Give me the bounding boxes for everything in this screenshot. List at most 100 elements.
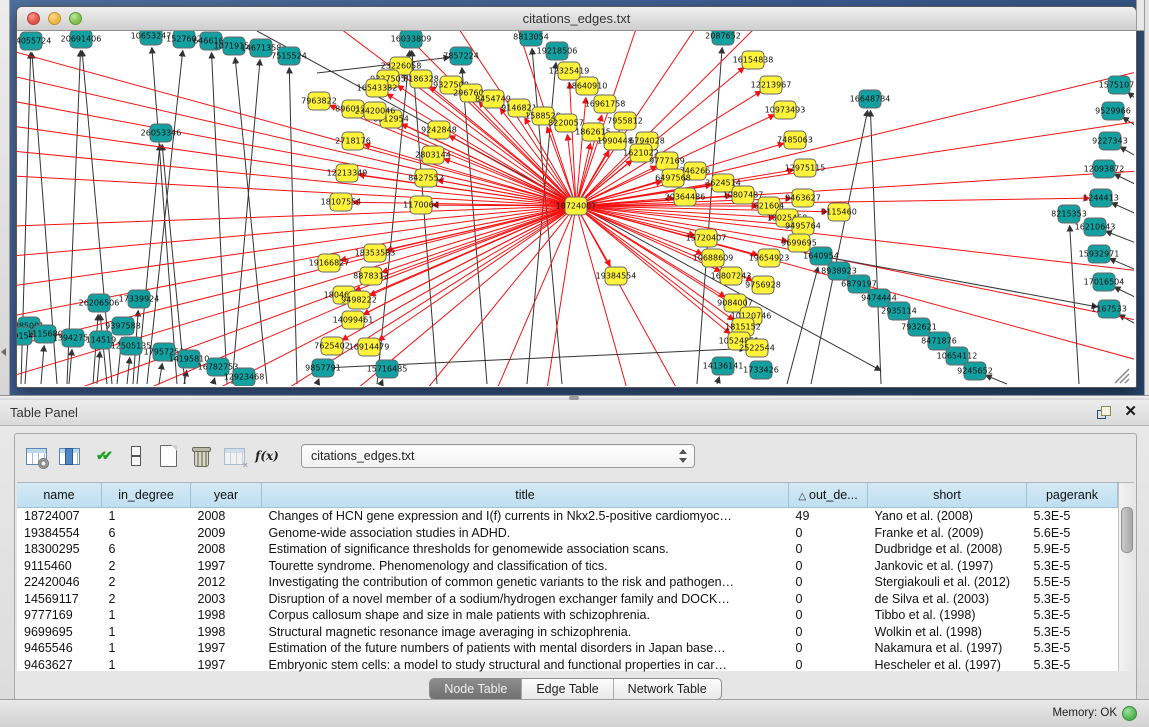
graph-node[interactable]: 17016504: [1084, 273, 1125, 291]
column-header-name[interactable]: name: [17, 483, 102, 508]
table-cell[interactable]: 2009: [191, 525, 262, 542]
graph-node[interactable]: 2718176: [335, 132, 371, 150]
graph-node[interactable]: 16210643: [1075, 218, 1116, 236]
table-row[interactable]: 1830029562008Estimation of significance …: [17, 541, 1118, 558]
table-settings-icon[interactable]: [23, 444, 49, 468]
table-cell[interactable]: 1997: [191, 640, 262, 657]
graph-node[interactable]: 1733426: [743, 361, 779, 379]
graph-node[interactable]: 17339924: [119, 290, 160, 308]
graph-node[interactable]: 10688609: [693, 249, 734, 267]
table-cell[interactable]: 1: [102, 657, 191, 674]
graph-node[interactable]: 9227343: [1092, 132, 1128, 150]
column-header-in_degree[interactable]: in_degree: [102, 483, 191, 508]
graph-node[interactable]: 14055724: [17, 32, 51, 50]
table-row[interactable]: 969969511998Structural magnetic resonanc…: [17, 624, 1118, 641]
graph-node[interactable]: 12213967: [751, 76, 792, 94]
table-cell[interactable]: Estimation of the future numbers of pati…: [262, 640, 789, 657]
graph-node[interactable]: 9115460: [821, 203, 857, 221]
graph-node[interactable]: 26053346: [141, 124, 182, 142]
column-edit-icon[interactable]: [56, 444, 82, 468]
table-row[interactable]: 946362711997Embryonic stem cells: a mode…: [17, 657, 1118, 674]
table-row[interactable]: 1872400712008Changes of HCN gene express…: [17, 508, 1118, 525]
table-row[interactable]: 1456911722003Disruption of a novel membe…: [17, 591, 1118, 608]
graph-node[interactable]: 8427552: [408, 169, 444, 187]
column-header-out_de[interactable]: △out_de...: [789, 483, 868, 508]
table-cell[interactable]: 2012: [191, 574, 262, 591]
table-cell[interactable]: Investigating the contribution of common…: [262, 574, 789, 591]
table-cell[interactable]: 9115460: [17, 558, 102, 575]
table-cell[interactable]: 1997: [191, 657, 262, 674]
resize-grip-icon[interactable]: [1115, 369, 1129, 383]
table-cell[interactable]: 0: [789, 541, 868, 558]
table-cell[interactable]: Estimation of significance thresholds fo…: [262, 541, 789, 558]
graph-node[interactable]: 19218506: [537, 42, 578, 60]
table-cell[interactable]: 0: [789, 558, 868, 575]
graph-node[interactable]: 2087652: [705, 31, 741, 45]
table-cell[interactable]: Structural magnetic resonance image aver…: [262, 624, 789, 641]
graph-node[interactable]: 16648784: [850, 90, 891, 108]
graph-node[interactable]: 14136141: [703, 357, 744, 375]
graph-node[interactable]: 16914479: [349, 338, 390, 356]
table-cell[interactable]: 1997: [191, 558, 262, 575]
table-cell[interactable]: 9463627: [17, 657, 102, 674]
table-cell[interactable]: Jankovic et al. (1997): [868, 558, 1027, 575]
column-header-year[interactable]: year: [191, 483, 262, 508]
column-header-title[interactable]: title: [262, 483, 789, 508]
table-cell[interactable]: Wolkin et al. (1998): [868, 624, 1027, 641]
table-cell[interactable]: 5.9E-5: [1027, 541, 1118, 558]
table-cell[interactable]: 2003: [191, 591, 262, 608]
graph-node[interactable]: 12093872: [1084, 160, 1125, 178]
table-cell[interactable]: 2: [102, 574, 191, 591]
table-row[interactable]: 911546021997Tourette syndrome. Phenomeno…: [17, 558, 1118, 575]
table-cell[interactable]: 18724007: [17, 508, 102, 525]
table-cell[interactable]: 0: [789, 591, 868, 608]
table-cell[interactable]: Changes of HCN gene expression and I(f) …: [262, 508, 789, 525]
graph-node[interactable]: 18107554: [321, 193, 362, 211]
network-canvas[interactable]: 1872400779638228960128891295423226058932…: [17, 31, 1134, 386]
table-cell[interactable]: Embryonic stem cells: a model to study s…: [262, 657, 789, 674]
graph-node[interactable]: 8215353: [1051, 205, 1087, 223]
table-cell[interactable]: 5.3E-5: [1027, 657, 1118, 674]
table-cell[interactable]: Nakamura et al. (1997): [868, 640, 1027, 657]
graph-node[interactable]: 1244413: [1083, 189, 1119, 207]
column-header-short[interactable]: short: [868, 483, 1027, 508]
table-cell[interactable]: 5.3E-5: [1027, 558, 1118, 575]
table-cell[interactable]: Hescheler et al. (1997): [868, 657, 1027, 674]
tab-network-table[interactable]: Network Table: [614, 679, 721, 699]
window-titlebar[interactable]: citations_edges.txt: [17, 7, 1136, 31]
graph-node[interactable]: 7963822: [301, 92, 337, 110]
table-cell[interactable]: 19384554: [17, 525, 102, 542]
graph-node[interactable]: 20691406: [61, 31, 102, 48]
table-cell[interactable]: 0: [789, 574, 868, 591]
graph-node[interactable]: 12213349: [327, 164, 368, 182]
table-cell[interactable]: Yano et al. (2008): [868, 508, 1027, 525]
graph-node[interactable]: 15751074: [1099, 76, 1134, 94]
table-cell[interactable]: 9465546: [17, 640, 102, 657]
table-row[interactable]: 2242004622012Investigating the contribut…: [17, 574, 1118, 591]
table-scrollbar[interactable]: [1118, 483, 1134, 671]
table-cell[interactable]: 6: [102, 525, 191, 542]
table-cell[interactable]: 2008: [191, 508, 262, 525]
graph-node[interactable]: 16961758: [585, 95, 626, 113]
new-table-icon[interactable]: [155, 444, 181, 468]
network-window[interactable]: citations_edges.txt 18724007796382289601…: [16, 6, 1137, 388]
table-cell[interactable]: 0: [789, 640, 868, 657]
row-height-icon[interactable]: [122, 444, 148, 468]
graph-node[interactable]: 7857224: [443, 47, 479, 65]
collapse-arrow-icon[interactable]: [1, 348, 6, 356]
graph-node[interactable]: 15720407: [686, 229, 727, 247]
graph-node[interactable]: 8813054: [513, 31, 549, 46]
table-cell[interactable]: Corpus callosum shape and size in male p…: [262, 607, 789, 624]
table-cell[interactable]: 14569117: [17, 591, 102, 608]
graph-node[interactable]: 19654923: [749, 249, 790, 267]
trash-icon[interactable]: [188, 444, 214, 468]
table-cell[interactable]: Disruption of a novel member of a sodium…: [262, 591, 789, 608]
table-row[interactable]: 1938455462009Genome-wide association stu…: [17, 525, 1118, 542]
graph-node[interactable]: 9463627: [785, 189, 821, 207]
table-cell[interactable]: 5.3E-5: [1027, 624, 1118, 641]
graph-node[interactable]: 7485063: [777, 131, 813, 149]
table-cell[interactable]: 5.6E-5: [1027, 525, 1118, 542]
table-cell[interactable]: 5.3E-5: [1027, 591, 1118, 608]
table-cell[interactable]: 5.3E-5: [1027, 607, 1118, 624]
column-header-pagerank[interactable]: pagerank: [1027, 483, 1118, 508]
